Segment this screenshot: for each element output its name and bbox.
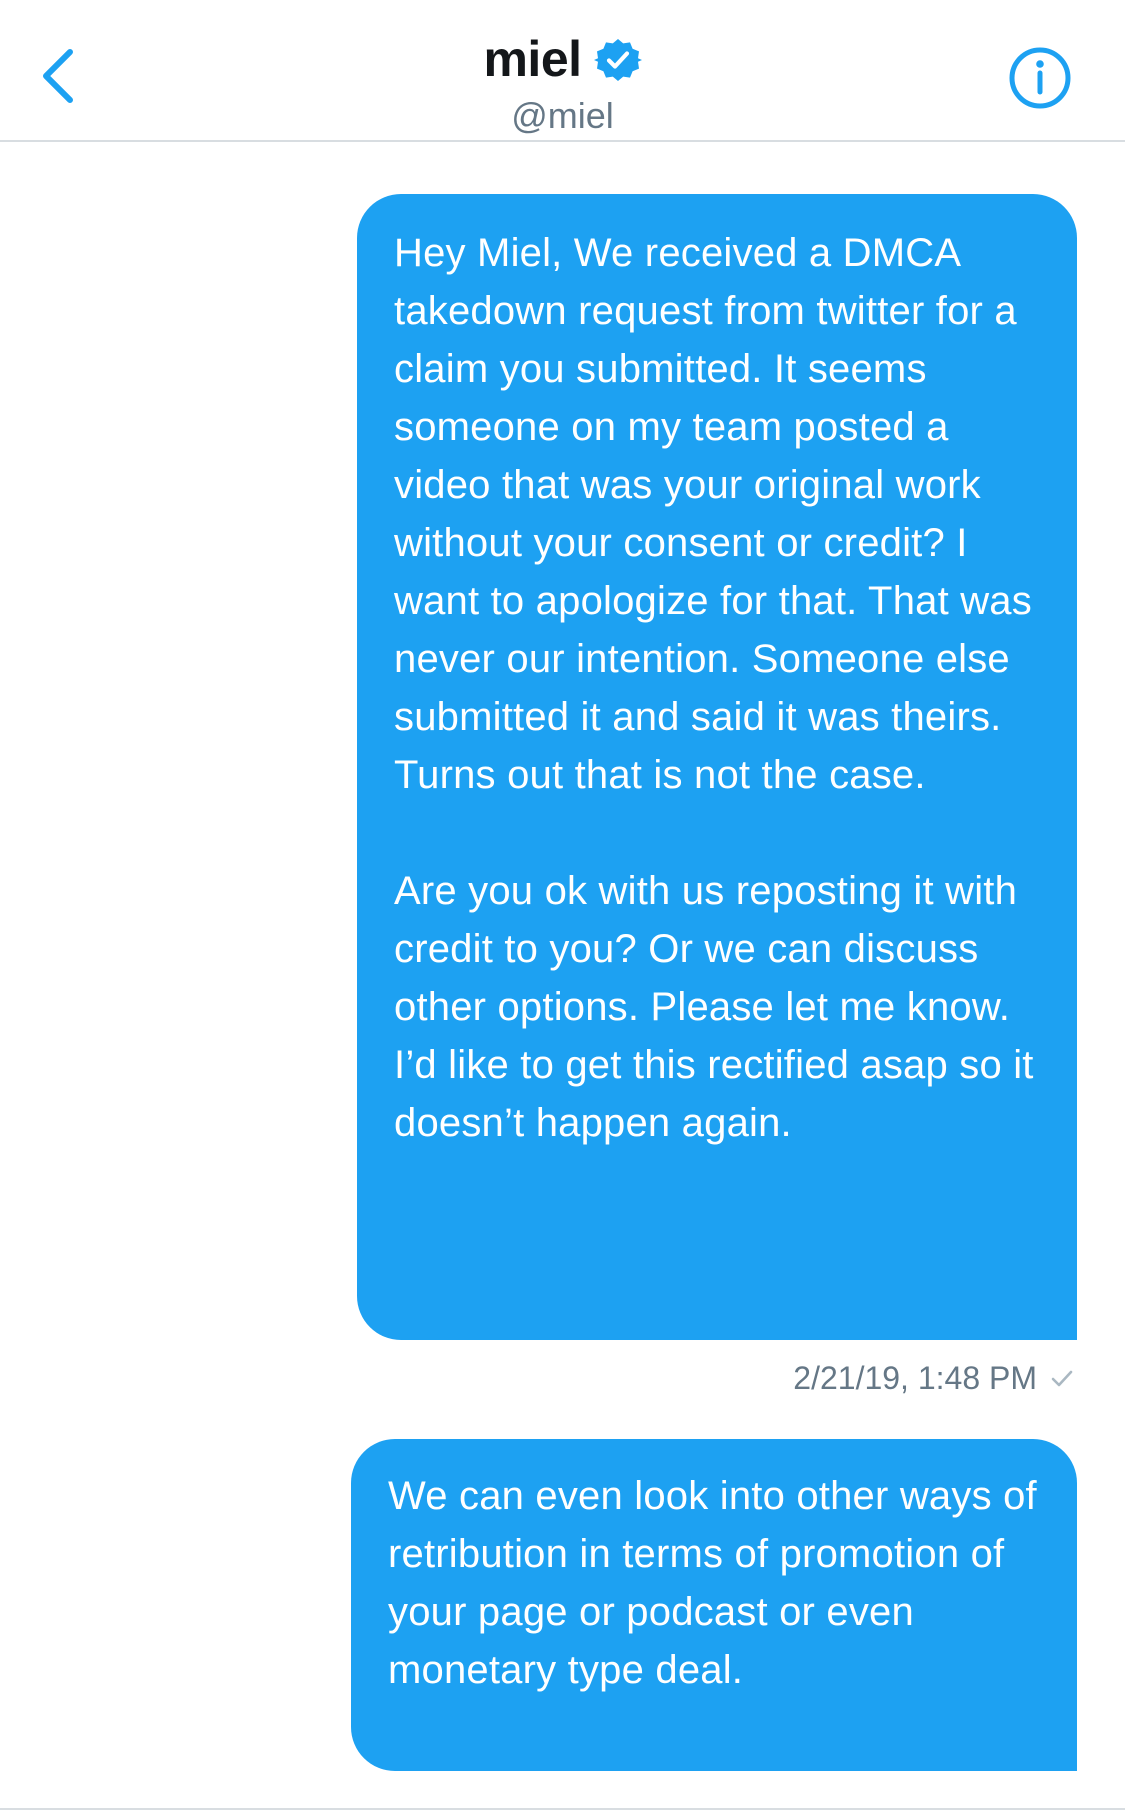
contact-name: miel: [483, 31, 582, 87]
contact-name-row: miel: [483, 26, 642, 92]
checkmark-icon: [1051, 1370, 1073, 1386]
message-meta: 2/21/19, 1:48 PM: [793, 1360, 1075, 1397]
verified-badge-icon: [593, 39, 642, 81]
conversation-header: miel @miel: [0, 0, 1125, 142]
message-thread: Hey Miel, We received a DMCA takedown re…: [0, 142, 1125, 1811]
message-bubble[interactable]: Hey Miel, We received a DMCA takedown re…: [357, 194, 1077, 1340]
composer-divider: [0, 1808, 1125, 1810]
contact-handle: @miel: [511, 95, 614, 136]
info-icon: [1009, 47, 1071, 109]
message-timestamp: 2/21/19, 1:48 PM: [793, 1360, 1037, 1396]
message-bubble[interactable]: We can even look into other ways of retr…: [351, 1439, 1077, 1771]
info-button[interactable]: [1008, 46, 1072, 110]
conversation-title: miel @miel: [0, 26, 1125, 136]
